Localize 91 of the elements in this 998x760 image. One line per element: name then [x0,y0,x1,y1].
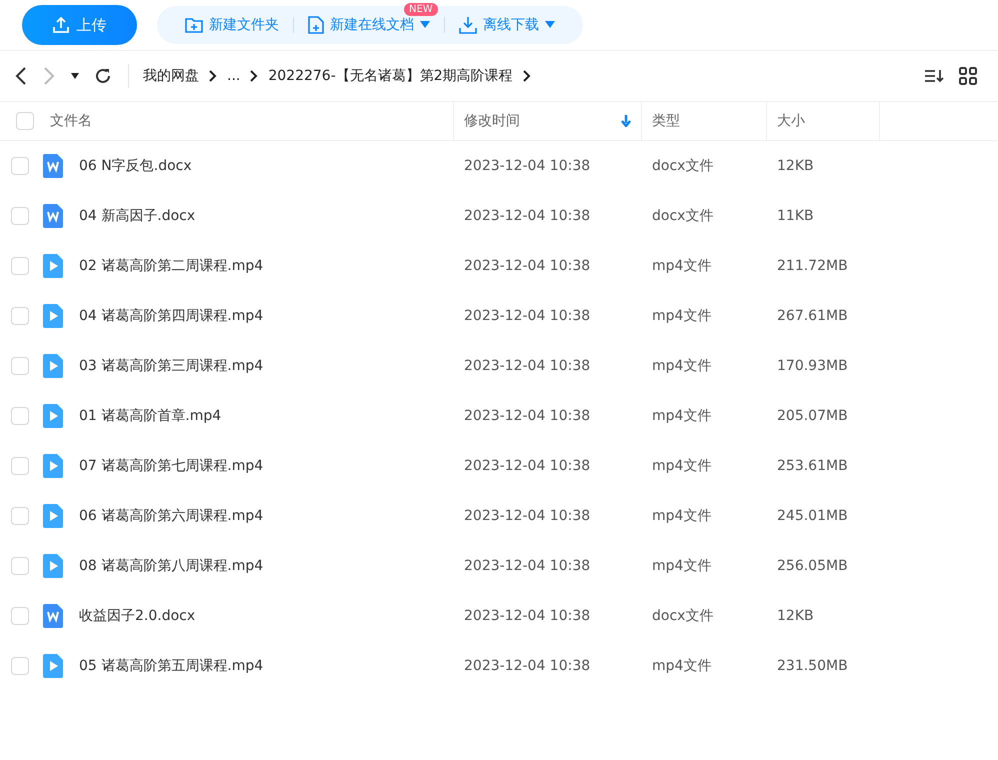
row-checkbox[interactable] [11,507,29,525]
row-checkbox[interactable] [11,657,29,675]
video-file-icon [43,254,63,278]
file-size: 12KB [776,608,815,624]
file-size: 170.93MB [776,358,849,374]
new-badge: NEW [404,3,438,16]
file-type: mp4文件 [651,407,712,425]
breadcrumb-item[interactable]: ... [227,68,240,84]
refresh-icon[interactable] [94,67,112,85]
file-size: 245.01MB [776,508,849,524]
video-file-icon [43,404,63,428]
video-file-icon [43,354,63,378]
video-file-icon [43,304,63,328]
column-header[interactable]: 修改时间 [464,112,520,130]
breadcrumb-item[interactable]: 2022276-【无名诸葛】第2期高阶课程 [268,67,513,85]
file-size: 205.07MB [776,408,849,424]
file-type: mp4文件 [651,307,712,325]
word-document-icon [43,204,63,228]
file-name[interactable]: 08 诸葛高阶第八周课程.mp4 [79,557,264,575]
word-document-icon [43,604,63,628]
row-checkbox[interactable] [11,457,29,475]
chevron-right-icon [209,70,217,82]
row-checkbox[interactable] [11,207,29,225]
dropdown-caret-icon[interactable] [70,72,80,80]
file-name[interactable]: 06 诸葛高阶第六周课程.mp4 [79,507,264,525]
file-name[interactable]: 07 诸葛高阶第七周课程.mp4 [79,457,264,475]
video-file-icon [43,654,63,678]
video-file-icon [43,554,63,578]
modified-time: 2023-12-04 10:38 [463,208,592,224]
sort-descending-icon [621,115,631,127]
file-type: mp4文件 [651,357,712,375]
file-name[interactable]: 05 诸葛高阶第五周课程.mp4 [79,657,264,675]
file-size: 12KB [776,158,815,174]
file-type: docx文件 [651,157,714,175]
select-all-checkbox[interactable] [16,112,34,130]
video-file-icon [43,504,63,528]
file-name[interactable]: 04 诸葛高阶第四周课程.mp4 [79,307,264,325]
row-checkbox[interactable] [11,557,29,575]
video-file-icon [43,454,63,478]
modified-time: 2023-12-04 10:38 [463,558,592,574]
word-document-icon [43,154,63,178]
modified-time: 2023-12-04 10:38 [463,408,592,424]
row-checkbox[interactable] [11,307,29,325]
caret-icon [545,21,555,29]
grid-view-icon[interactable] [958,66,978,86]
column-header[interactable]: 大小 [777,112,805,130]
file-size: 253.61MB [776,458,849,474]
row-checkbox[interactable] [11,357,29,375]
file-type: mp4文件 [651,657,712,675]
file-type: mp4文件 [651,457,712,475]
file-type: mp4文件 [651,557,712,575]
file-size: 211.72MB [776,258,849,274]
column-header[interactable]: 类型 [652,112,680,130]
file-size: 256.05MB [776,558,849,574]
caret-icon [420,21,430,29]
file-name[interactable]: 06 N字反包.docx [79,157,192,175]
upload-icon [52,17,68,33]
modified-time: 2023-12-04 10:38 [463,658,592,674]
row-checkbox[interactable] [11,257,29,275]
modified-time: 2023-12-04 10:38 [463,258,592,274]
file-name[interactable]: 01 诸葛高阶首章.mp4 [79,407,222,425]
file-type: docx文件 [651,207,714,225]
file-type: mp4文件 [651,257,712,275]
sort-icon[interactable] [924,67,944,85]
file-name[interactable]: 02 诸葛高阶第二周课程.mp4 [79,257,264,275]
breadcrumb-item[interactable]: 我的网盘 [143,67,199,85]
file-name[interactable]: 收益因子2.0.docx [79,607,196,625]
column-header[interactable]: 文件名 [50,112,92,130]
chevron-right-icon [250,70,258,82]
file-size: 231.50MB [776,658,849,674]
forward-icon[interactable] [42,66,56,86]
file-name[interactable]: 04 新高因子.docx [79,207,196,225]
file-type: mp4文件 [651,507,712,525]
add-folder-icon [185,17,203,33]
download-icon [459,16,477,34]
add-document-icon [308,16,324,34]
file-type: docx文件 [651,607,714,625]
row-checkbox[interactable] [11,607,29,625]
modified-time: 2023-12-04 10:38 [463,458,592,474]
modified-time: 2023-12-04 10:38 [463,608,592,624]
row-checkbox[interactable] [11,407,29,425]
modified-time: 2023-12-04 10:38 [463,358,592,374]
chevron-right-icon [522,70,531,82]
modified-time: 2023-12-04 10:38 [463,508,592,524]
row-checkbox[interactable] [11,157,29,175]
modified-time: 2023-12-04 10:38 [463,158,592,174]
back-icon[interactable] [14,66,28,86]
file-name[interactable]: 03 诸葛高阶第三周课程.mp4 [79,357,264,375]
file-size: 11KB [776,208,815,224]
file-size: 267.61MB [776,308,849,324]
modified-time: 2023-12-04 10:38 [463,308,592,324]
